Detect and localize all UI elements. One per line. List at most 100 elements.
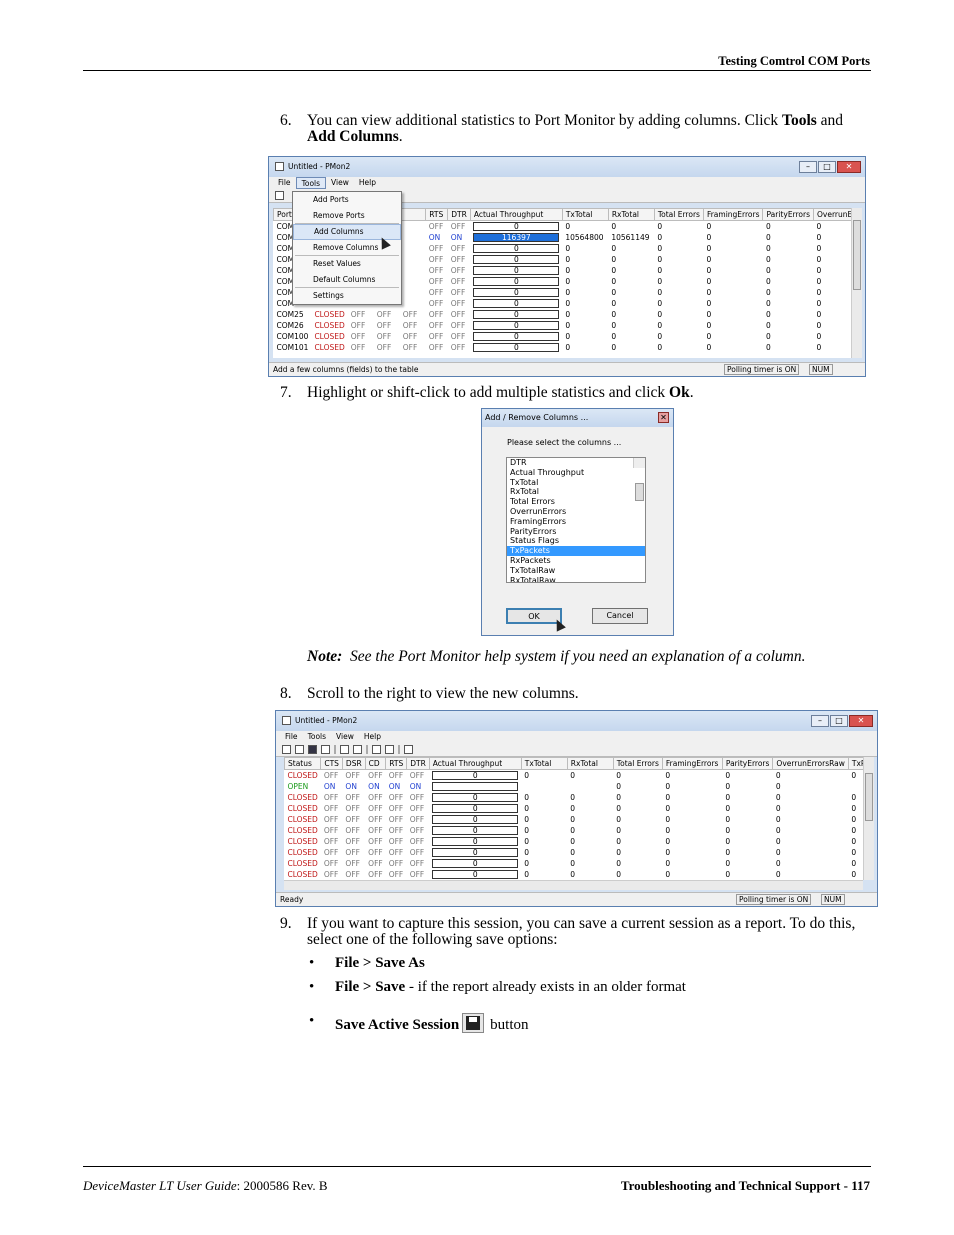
table-cell: 0 [706,265,712,275]
scroll-thumb[interactable] [635,483,644,501]
menu-view[interactable]: View [326,177,354,189]
column-header: FramingErrors [661,757,723,770]
table-cell: 0 [775,836,781,846]
menu-tools[interactable]: Tools [303,731,331,743]
menu-item-add-ports[interactable]: Add Ports [293,192,401,208]
throughput-bar: 0 [473,309,560,319]
throughput-bar: 0 [473,221,560,231]
menu-bar: File Tools View Help [269,177,865,189]
help-icon[interactable] [404,745,413,754]
table-cell: 0 [657,221,663,231]
throughput-bar: 0 [473,331,560,341]
minimize-button[interactable]: – [811,715,829,727]
throughput-bar: 0 [473,254,560,264]
table-cell: 0 [657,287,663,297]
table-cell: OFF [345,869,360,879]
bullet-bold: File > Save As [335,955,425,971]
menu-item-settings[interactable]: Settings [293,288,401,304]
table-cell: OFF [368,770,383,780]
step-number: 8. [280,685,292,702]
menu-file[interactable]: File [273,177,296,189]
column-list-item[interactable]: Actual Throughput [507,468,645,478]
window-title: Untitled - PMon2 [288,162,351,171]
menu-item-default-columns[interactable]: Default Columns [293,272,401,288]
column-list-item[interactable]: FramingErrors [507,517,645,527]
throughput-bar: 116397 [473,232,560,242]
add-port-icon[interactable] [340,745,349,754]
bullet-dot: • [309,1013,315,1029]
column-list-item[interactable]: RxTotalRaw [507,576,645,582]
listbox-scrollbar[interactable] [633,458,645,501]
table-cell: OFF [409,825,425,835]
minimize-button[interactable]: – [799,161,817,173]
table-cell: 0 [816,276,822,286]
cancel-button[interactable]: Cancel [592,608,648,624]
menu-item-reset-values[interactable]: Reset Values [293,256,401,272]
horizontal-scrollbar[interactable] [284,880,863,890]
step-text: You can view additional statistics to Po… [307,112,783,129]
vertical-scrollbar[interactable] [851,208,862,358]
open-icon[interactable] [295,745,304,754]
note: Note: See the Port Monitor help system i… [307,649,867,665]
maximize-button[interactable]: □ [830,715,848,727]
close-button[interactable]: ✕ [837,161,861,173]
column-list-item[interactable]: ParityErrors [507,527,645,537]
table-cell: 0 [616,825,622,835]
title-bar: Untitled - PMon2 – □ ✕ [269,157,865,177]
table-cell: OFF [323,770,339,780]
column-list-item[interactable]: DTR [507,458,645,468]
table-cell: OFF [388,825,404,835]
maximize-button[interactable]: □ [818,161,836,173]
window-title: Untitled - PMon2 [295,716,358,725]
column-list-item[interactable]: OverrunErrors [507,507,645,517]
column-list-item[interactable]: TxTotal [507,478,645,488]
menu-help[interactable]: Help [359,731,386,743]
table-cell: OFF [409,869,425,879]
step-bold: Tools [782,112,817,129]
table-cell: OFF [428,298,444,308]
vertical-scrollbar[interactable] [863,757,874,880]
remove-port-icon[interactable] [353,745,362,754]
column-header: Actual Throughput [469,208,563,221]
table-cell: 0 [765,309,771,319]
bullet-bold: Save Active Session [335,1017,460,1033]
menu-item-remove-ports[interactable]: Remove Ports [293,208,401,224]
new-icon[interactable] [282,745,291,754]
menu-view[interactable]: View [331,731,359,743]
add-column-icon[interactable] [372,745,381,754]
menu-help[interactable]: Help [354,177,381,189]
table-cell: 10564800 [565,232,604,242]
table-cell: 0 [657,320,663,330]
table-cell: OFF [323,803,339,813]
table-row: COM26 CLOSED OFF OFF OFF OFF OFF 0 0 0 0 0 0 0 [274,320,852,331]
table-cell: 0 [616,781,622,791]
close-icon[interactable]: ✕ [658,412,669,423]
columns-listbox[interactable]: DTR Actual Throughput TxTotal RxTotal Total … [506,457,646,583]
print-icon[interactable] [321,745,330,754]
column-list-item[interactable]: TxTotalRaw [507,566,645,576]
table-cell: 0 [765,254,771,264]
table-cell: 0 [816,320,822,330]
column-list-item[interactable]: Total Errors [507,497,645,507]
menu-file[interactable]: File [280,731,303,743]
scroll-thumb[interactable] [865,773,873,821]
table-cell: 0 [725,781,731,791]
column-list-item[interactable]: TxPackets [507,546,645,556]
column-list-item[interactable]: RxTotal [507,487,645,497]
remove-column-icon[interactable] [385,745,394,754]
scroll-thumb[interactable] [853,220,861,290]
table-cell: 0 [765,232,771,242]
close-button[interactable]: ✕ [849,715,873,727]
table-row: COM25 CLOSED OFF OFF OFF OFF OFF 0 0 0 0 0 0 0 [274,309,852,320]
table-cell: 0 [775,781,781,791]
table-cell: 0 [524,770,530,780]
menu-tools[interactable]: Tools [295,177,327,189]
save-icon[interactable] [308,745,317,754]
column-list-item[interactable]: Status Flags [507,536,645,546]
table-cell: OFF [409,858,425,868]
table-cell: 0 [765,221,771,231]
table-row: CLOSEDOFFOFFOFFOFFOFF00000000 [285,792,865,803]
table-cell: OFF [345,803,360,813]
new-icon[interactable] [275,191,284,200]
column-list-item[interactable]: RxPackets [507,556,645,566]
